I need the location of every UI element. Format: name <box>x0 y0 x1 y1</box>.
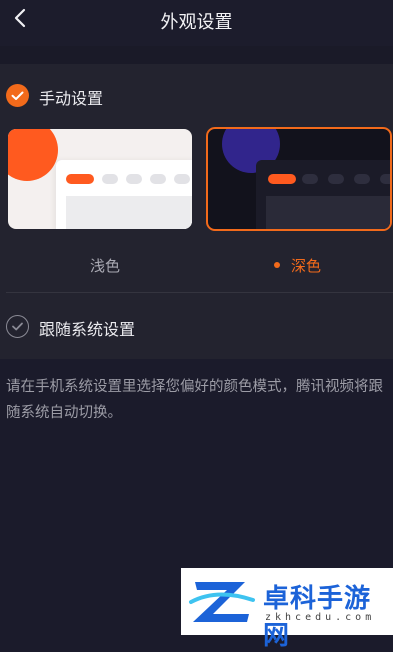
page-title: 外观设置 <box>160 12 233 33</box>
divider <box>6 292 393 293</box>
preview-tab <box>126 174 142 184</box>
manual-setting-label: 手动设置 <box>39 89 104 108</box>
watermark-logo-icon <box>189 582 255 622</box>
description-text: 请在手机系统设置里选择您偏好的颜色模式，腾讯视频将跟随系统自动切换。 <box>6 379 383 421</box>
watermark: 卓科手游网 zkhcedu.com <box>181 568 393 651</box>
manual-setting-option[interactable]: 手动设置 <box>0 80 393 114</box>
follow-system-label: 跟随系统设置 <box>39 320 136 339</box>
preview-tab-active <box>268 174 296 184</box>
unchecked-circle-icon <box>6 315 29 338</box>
preview-tab-active <box>66 174 94 184</box>
preview-tab <box>150 174 166 184</box>
preview-content <box>266 196 390 229</box>
preview-tab <box>174 174 190 184</box>
follow-system-option[interactable]: 跟随系统设置 <box>0 311 393 345</box>
dark-theme-preview[interactable] <box>206 127 392 231</box>
checked-circle-icon <box>6 84 29 107</box>
light-theme-label[interactable]: 浅色 <box>90 255 120 276</box>
light-theme-preview[interactable] <box>8 129 192 229</box>
preview-tab <box>380 174 390 184</box>
preview-tab <box>328 174 344 184</box>
preview-tab <box>302 174 318 184</box>
preview-content <box>66 196 192 229</box>
selected-dot-icon <box>274 262 280 268</box>
preview-window <box>256 160 390 229</box>
section-gap <box>0 46 393 64</box>
dark-theme-label[interactable]: 深色 <box>291 255 321 276</box>
watermark-subtitle: zkhcedu.com <box>265 612 376 623</box>
preview-decoration <box>8 129 58 181</box>
preview-tab <box>102 174 118 184</box>
preview-tab <box>354 174 370 184</box>
top-bar: 外观设置 <box>0 0 393 46</box>
preview-window <box>56 160 192 229</box>
